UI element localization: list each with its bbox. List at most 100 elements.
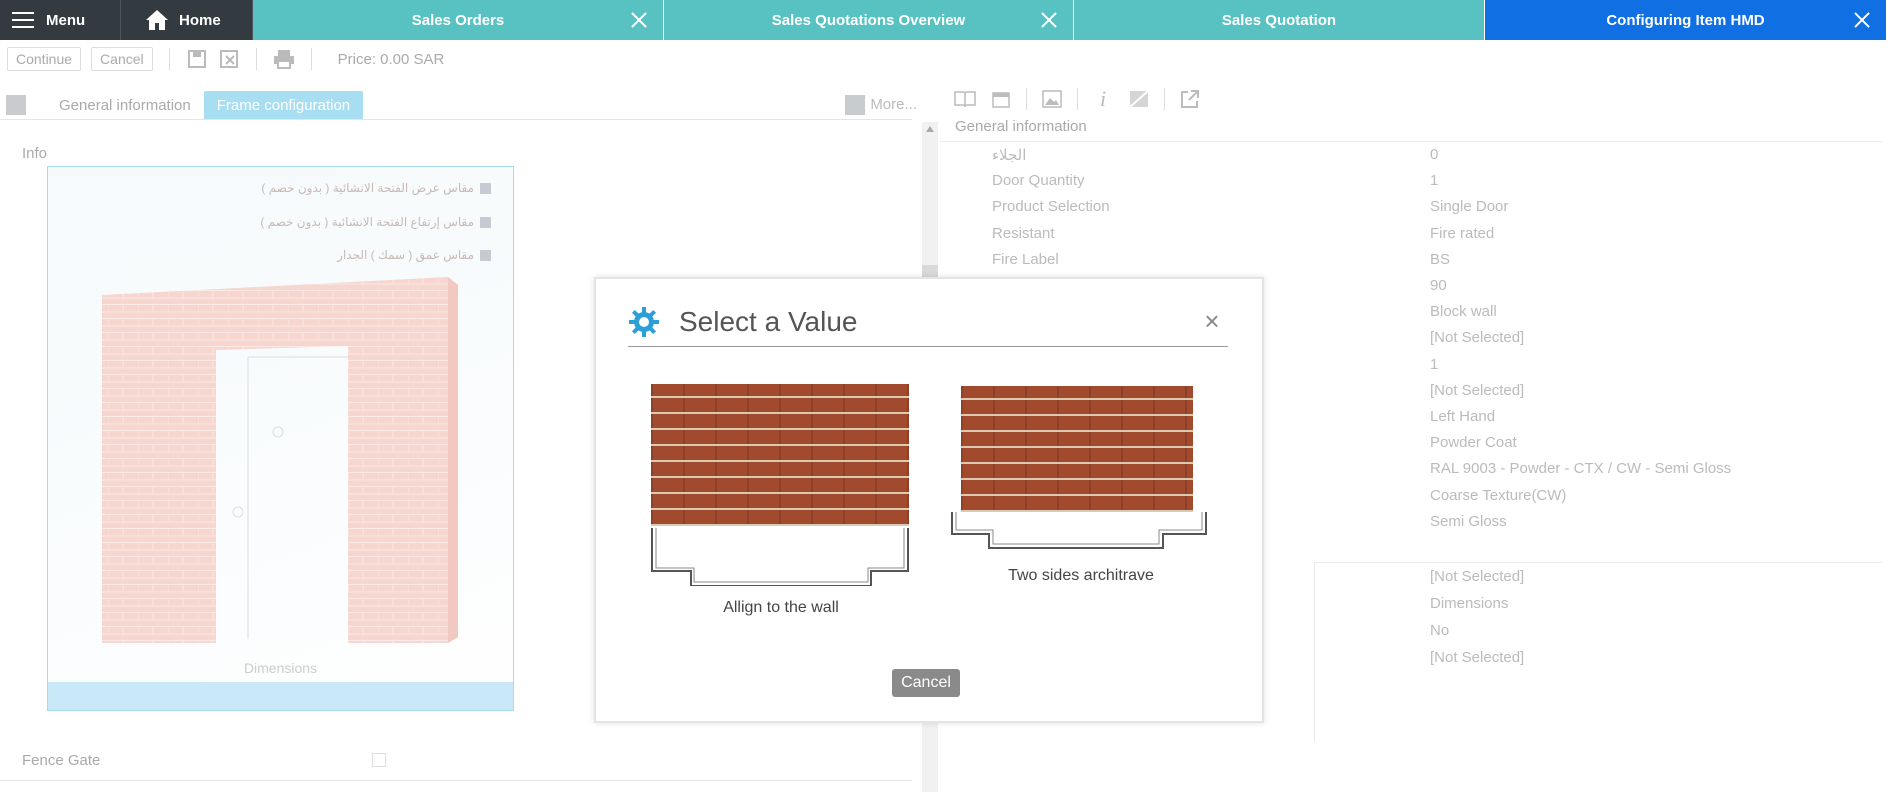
property-key: Fire Label [992, 250, 1059, 268]
arabic-instruction-1: مقاس عرض الفتحة الانشائية ( بدون خصم ) [261, 181, 491, 195]
divider [1314, 562, 1315, 742]
calendar-icon[interactable] [990, 88, 1012, 110]
property-value: Powder Coat [1430, 434, 1517, 452]
price-display: Price: 0.00 SAR [338, 51, 445, 68]
property-row: Door Quantity 1 [992, 172, 1872, 198]
tab-sales-quotation[interactable]: Sales Quotation [1074, 0, 1485, 40]
property-key: Product Selection [992, 198, 1110, 216]
property-value: Left Hand [1430, 408, 1496, 425]
tab-label: Sales Quotation [1221, 11, 1337, 29]
dialog-header: Select a Value × [628, 297, 1228, 347]
menu-label: Menu [46, 11, 86, 29]
toolbar: Continue Cancel Price: 0.00 SAR [0, 40, 1897, 78]
price-label: Price: [337, 50, 376, 68]
property-row: Product Selection Single Door [992, 198, 1872, 224]
more-link[interactable]: More... [870, 96, 917, 113]
cancel-toolbar-button[interactable]: Cancel [91, 47, 153, 71]
property-value: 0 [1430, 146, 1439, 163]
scroll-up-icon[interactable] [926, 126, 934, 132]
frame-configuration-card: مقاس عرض الفتحة الانشائية ( بدون خصم ) م… [47, 166, 514, 711]
home-button[interactable]: Home [121, 0, 253, 40]
property-value: Block wall [1430, 303, 1497, 321]
fence-gate-label: Fence Gate [22, 752, 101, 769]
property-row: Fire Label BS [992, 251, 1872, 277]
info-label: Info [22, 145, 48, 162]
property-value: BS [1430, 250, 1451, 268]
menu-button[interactable]: Menu [0, 0, 121, 40]
top-tab-bar: Menu Home Sales Orders Sales Quotations … [0, 0, 1897, 40]
hamburger-icon [12, 12, 34, 28]
property-value: Semi Gloss [1430, 512, 1507, 530]
property-value: 1 [1430, 355, 1439, 373]
tab-label: Sales Quotations Overview [771, 11, 966, 29]
property-key: الجلاء [992, 147, 1027, 164]
discard-icon[interactable] [218, 48, 240, 70]
property-row: الجلاء 0 [992, 146, 1872, 172]
toolbar-divider [310, 48, 312, 70]
book-icon[interactable] [954, 88, 976, 110]
print-icon[interactable] [273, 48, 295, 70]
close-icon[interactable] [1039, 10, 1059, 30]
tab-general-information[interactable]: General information [46, 91, 204, 120]
cancel-button[interactable]: Cancel [892, 669, 960, 697]
dialog-title: Select a Value [679, 305, 858, 337]
close-icon[interactable] [629, 10, 649, 30]
divider [0, 780, 912, 781]
arabic-instruction-3: مقاس عمق ( سمك ) الجدار [337, 248, 491, 262]
property-value: [Not Selected] [1430, 568, 1525, 585]
property-value: [Not Selected] [1430, 649, 1525, 666]
toolbar-divider [1026, 88, 1027, 110]
property-value: No [1430, 622, 1450, 639]
option-label: Two sides architrave [1008, 567, 1154, 584]
scroll-right-icon[interactable] [845, 95, 865, 115]
left-tab-strip: General information Frame configuration … [0, 90, 925, 120]
divider [940, 141, 1882, 142]
property-value: [Not Selected] [1430, 381, 1525, 399]
property-value: RAL 9003 - Powder - CTX / CW - Semi Glos… [1430, 460, 1732, 478]
frame-profile-diagram [951, 512, 1207, 549]
tab-label: Configuring Item HMD [1606, 11, 1765, 29]
external-link-icon[interactable] [1179, 88, 1201, 110]
door-frame-diagram [102, 277, 458, 643]
option-allign-to-the-wall[interactable]: Allign to the wall [651, 384, 911, 616]
home-icon [146, 10, 168, 30]
price-value: 0.00 SAR [380, 50, 445, 68]
arabic-instruction-2: مقاس إرتفاع الفتحة الانشائية ( بدون خصم … [260, 215, 491, 229]
image-disabled-icon[interactable] [1128, 88, 1150, 110]
home-label: Home [179, 11, 221, 29]
continue-button[interactable]: Continue [7, 47, 82, 71]
scroll-left-icon[interactable] [6, 95, 26, 115]
tab-sales-orders[interactable]: Sales Orders [253, 0, 664, 40]
save-icon[interactable] [186, 48, 208, 70]
tab-label: Sales Orders [411, 11, 505, 29]
tab-configuring-item[interactable]: Configuring Item HMD [1485, 0, 1887, 40]
property-value: 1 [1430, 172, 1439, 190]
image-icon[interactable] [1041, 88, 1063, 110]
divider [1314, 562, 1882, 563]
right-toolbar: i [954, 86, 1201, 111]
toolbar-divider [1164, 88, 1165, 110]
toolbar-divider [255, 48, 257, 70]
tab-frame-configuration[interactable]: Frame configuration [203, 90, 364, 120]
dimensions-label: Dimensions [243, 660, 318, 676]
card-footer-bar [48, 682, 513, 710]
property-value: Fire rated [1430, 224, 1495, 242]
divider [0, 119, 912, 120]
property-row: Resistant Fire rated [992, 225, 1872, 251]
select-value-dialog: Select a Value × Allign to the wall Two … [594, 277, 1264, 723]
gear-icon [629, 306, 659, 337]
option-label: Allign to the wall [723, 599, 839, 616]
property-value: Coarse Texture(CW) [1430, 486, 1567, 504]
fence-gate-checkbox[interactable] [372, 753, 386, 767]
close-icon[interactable]: × [1200, 308, 1224, 334]
tab-sales-quotations-overview[interactable]: Sales Quotations Overview [664, 0, 1074, 40]
property-key: Resistant [992, 224, 1055, 242]
toolbar-divider [168, 48, 170, 70]
toolbar-divider [1077, 88, 1078, 110]
property-key: Door Quantity [992, 172, 1085, 190]
option-two-sides-architrave[interactable]: Two sides architrave [951, 384, 1211, 584]
property-value: [Not Selected] [1430, 329, 1525, 347]
info-icon[interactable]: i [1092, 86, 1114, 111]
close-icon[interactable] [1852, 10, 1872, 30]
brick-wall-image [651, 384, 909, 526]
